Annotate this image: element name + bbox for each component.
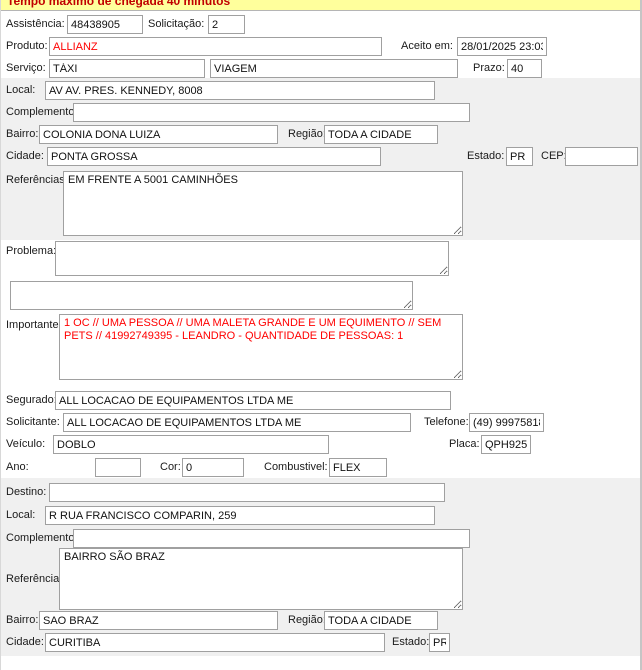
- telefone-label: Telefone:: [424, 416, 469, 428]
- solicitacao-input[interactable]: [208, 15, 245, 34]
- telefone-input[interactable]: [469, 413, 544, 432]
- regiao-input[interactable]: [324, 125, 438, 144]
- destino-local-input[interactable]: [45, 506, 435, 525]
- servico-tipo-input[interactable]: [210, 59, 458, 78]
- destino-estado-label: Estado:: [392, 636, 430, 648]
- cep-input[interactable]: [565, 147, 638, 166]
- destino-complemento-input[interactable]: [73, 529, 470, 548]
- destino-input[interactable]: [49, 483, 445, 502]
- service-order-form: Tempo máximo de chegada 40 minutos Assis…: [0, 0, 642, 670]
- importante-label: Importante:: [6, 319, 62, 331]
- veiculo-label: Veículo:: [6, 438, 46, 450]
- complemento-input[interactable]: [73, 103, 470, 122]
- ano-label: Ano:: [6, 461, 29, 473]
- combustivel-input[interactable]: [329, 458, 387, 477]
- alert-banner: Tempo máximo de chegada 40 minutos: [1, 0, 640, 11]
- estado-input[interactable]: [506, 147, 533, 166]
- destino-label: Destino:: [6, 486, 47, 498]
- destino-bairro-input[interactable]: [39, 611, 278, 630]
- destino-referencia-textarea[interactable]: BAIRRO SÃO BRAZ: [59, 548, 463, 610]
- destino-cidade-label: Cidade:: [6, 636, 44, 648]
- regiao-label: Região:: [288, 128, 326, 140]
- produto-input[interactable]: [49, 37, 382, 56]
- destino-cidade-input[interactable]: [45, 633, 385, 652]
- problema-label: Problema:: [6, 245, 57, 257]
- solicitante-label: Solicitante:: [6, 416, 60, 428]
- local-input[interactable]: [45, 81, 435, 100]
- referencias-label: Referências:: [6, 174, 68, 186]
- destino-bairro-label: Bairro:: [6, 614, 39, 626]
- segurado-input[interactable]: [55, 391, 451, 410]
- destino-complemento-label: Complemento:: [6, 532, 78, 544]
- cidade-input[interactable]: [47, 147, 381, 166]
- segurado-label: Segurado:: [6, 394, 57, 406]
- servico-label: Serviço:: [6, 62, 46, 74]
- destino-regiao-input[interactable]: [324, 611, 438, 630]
- produto-label: Produto:: [6, 40, 48, 52]
- ano-input[interactable]: [95, 458, 141, 477]
- prazo-label: Prazo:: [473, 62, 505, 74]
- solicitacao-label: Solicitação:: [148, 18, 205, 30]
- importante-textarea[interactable]: 1 OC // UMA PESSOA // UMA MALETA GRANDE …: [59, 314, 463, 380]
- prazo-input[interactable]: [507, 59, 542, 78]
- cor-label: Cor:: [160, 461, 181, 473]
- aceito-em-label: Aceito em:: [401, 40, 453, 52]
- combustivel-label: Combustivel:: [264, 461, 328, 473]
- aceito-em-input[interactable]: [457, 37, 547, 56]
- solicitante-input[interactable]: [63, 413, 411, 432]
- assistencia-input[interactable]: [67, 15, 143, 34]
- placa-input[interactable]: [481, 435, 531, 454]
- destino-estado-input[interactable]: [429, 633, 450, 652]
- cidade-label: Cidade:: [6, 150, 44, 162]
- assistencia-label: Assistência:: [6, 18, 65, 30]
- local-label: Local:: [6, 84, 36, 96]
- observacao-textarea[interactable]: [10, 281, 413, 310]
- cor-input[interactable]: [182, 458, 244, 477]
- servico-input[interactable]: [49, 59, 205, 78]
- problema-textarea[interactable]: [55, 241, 449, 276]
- cep-label: CEP:: [541, 150, 567, 162]
- destino-regiao-label: Região:: [288, 614, 326, 626]
- estado-label: Estado:: [467, 150, 505, 162]
- placa-label: Placa:: [449, 438, 480, 450]
- veiculo-input[interactable]: [53, 435, 329, 454]
- complemento-label: Complemento:: [6, 106, 78, 118]
- bairro-input[interactable]: [39, 125, 278, 144]
- destino-referencia-label: Referência:: [6, 573, 63, 585]
- referencias-textarea[interactable]: EM FRENTE A 5001 CAMINHÕES: [63, 171, 463, 236]
- bairro-label: Bairro:: [6, 128, 39, 140]
- destino-local-label: Local:: [6, 509, 36, 521]
- alert-banner-text: Tempo máximo de chegada 40 minutos: [7, 0, 231, 8]
